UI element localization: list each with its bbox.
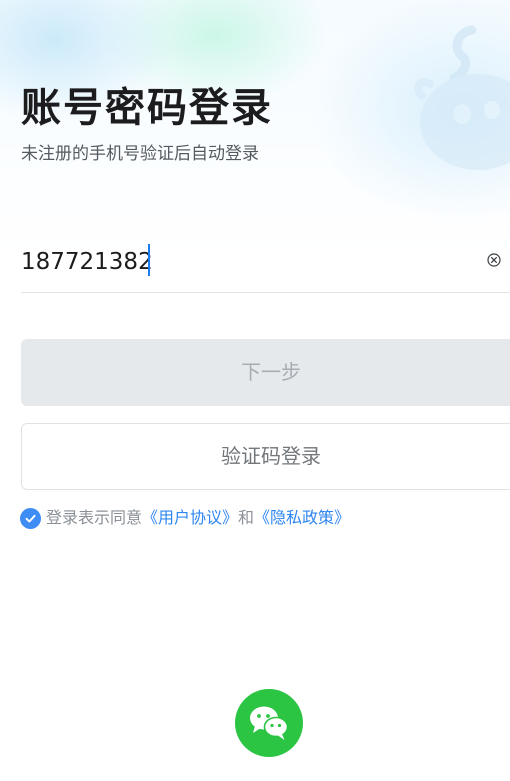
- sms-code-login-button[interactable]: 验证码登录: [21, 423, 510, 490]
- page-title: 账号密码登录: [21, 85, 273, 131]
- login-page: 账号密码登录 未注册的手机号验证后自动登录 下一步 验证码登录 登录表示同意 《…: [0, 0, 510, 781]
- account-input[interactable]: [21, 244, 461, 280]
- next-step-button[interactable]: 下一步: [21, 339, 510, 406]
- user-agreement-link[interactable]: 《用户协议》: [142, 507, 238, 529]
- mascot-illustration: [414, 25, 510, 170]
- agreement-row: 登录表示同意 《用户协议》 和 《隐私政策》: [20, 507, 350, 529]
- privacy-policy-link[interactable]: 《隐私政策》: [254, 507, 350, 529]
- agreement-conjunction: 和: [238, 508, 255, 527]
- checkmark-icon: [25, 514, 36, 522]
- wechat-login-button[interactable]: [235, 689, 303, 757]
- wechat-icon: [250, 706, 289, 740]
- clear-circle-icon[interactable]: [487, 253, 501, 267]
- agreement-checkbox[interactable]: [20, 507, 41, 529]
- agreement-prefix: 登录表示同意: [46, 508, 143, 527]
- text-caret: [148, 244, 150, 276]
- account-field: [21, 236, 510, 293]
- page-subtitle: 未注册的手机号验证后自动登录: [21, 144, 259, 164]
